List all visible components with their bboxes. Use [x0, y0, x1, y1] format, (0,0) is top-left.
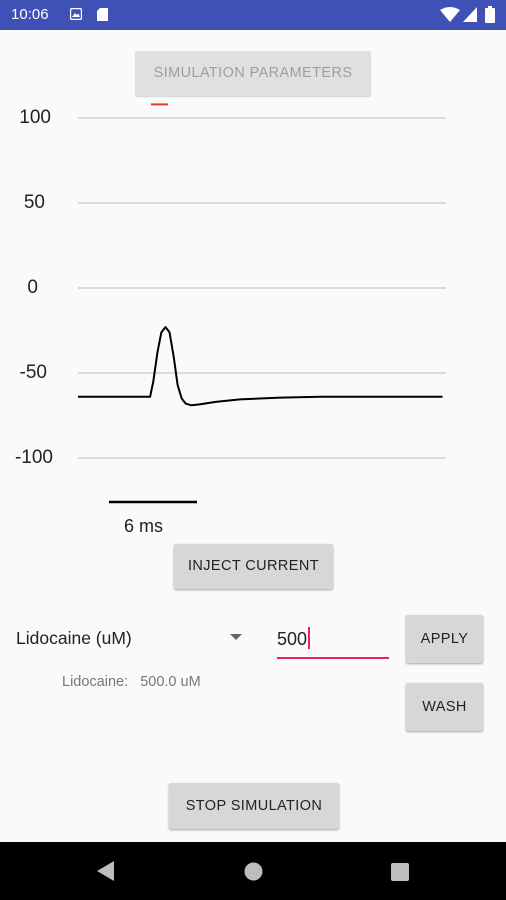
- concentration-input[interactable]: 500: [277, 625, 389, 659]
- drug-status: Lidocaine: 500.0 uM: [62, 674, 201, 690]
- stop-simulation-label: STOP SIMULATION: [185, 798, 323, 814]
- time-scale-label: 6 ms: [124, 516, 164, 536]
- home-icon[interactable]: [244, 862, 263, 881]
- apply-label: APPLY: [420, 631, 469, 647]
- navigation-bar: [0, 842, 506, 900]
- drug-status-label: Lidocaine:: [62, 674, 129, 690]
- concentration-value: 500: [277, 629, 308, 649]
- text-cursor: [308, 627, 311, 649]
- gridlines: [78, 117, 446, 459]
- inject-current-label: INJECT CURRENT: [187, 558, 319, 574]
- wash-button[interactable]: WASH: [406, 683, 483, 731]
- drug-spinner-value: Lidocaine (uM): [16, 628, 132, 648]
- drug-status-value: 500.0 uM: [140, 674, 201, 690]
- back-icon[interactable]: [97, 861, 115, 881]
- wash-label: WASH: [422, 699, 467, 715]
- chart-plot: [78, 103, 446, 504]
- recents-icon[interactable]: [391, 863, 409, 881]
- voltage-trace: [78, 326, 443, 407]
- apply-button[interactable]: APPLY: [406, 615, 483, 663]
- dropdown-arrow-icon[interactable]: [230, 634, 242, 640]
- drug-spinner[interactable]: Lidocaine (uM): [16, 628, 132, 649]
- stop-simulation-button[interactable]: STOP SIMULATION: [169, 783, 339, 829]
- inject-current-button[interactable]: INJECT CURRENT: [174, 544, 333, 589]
